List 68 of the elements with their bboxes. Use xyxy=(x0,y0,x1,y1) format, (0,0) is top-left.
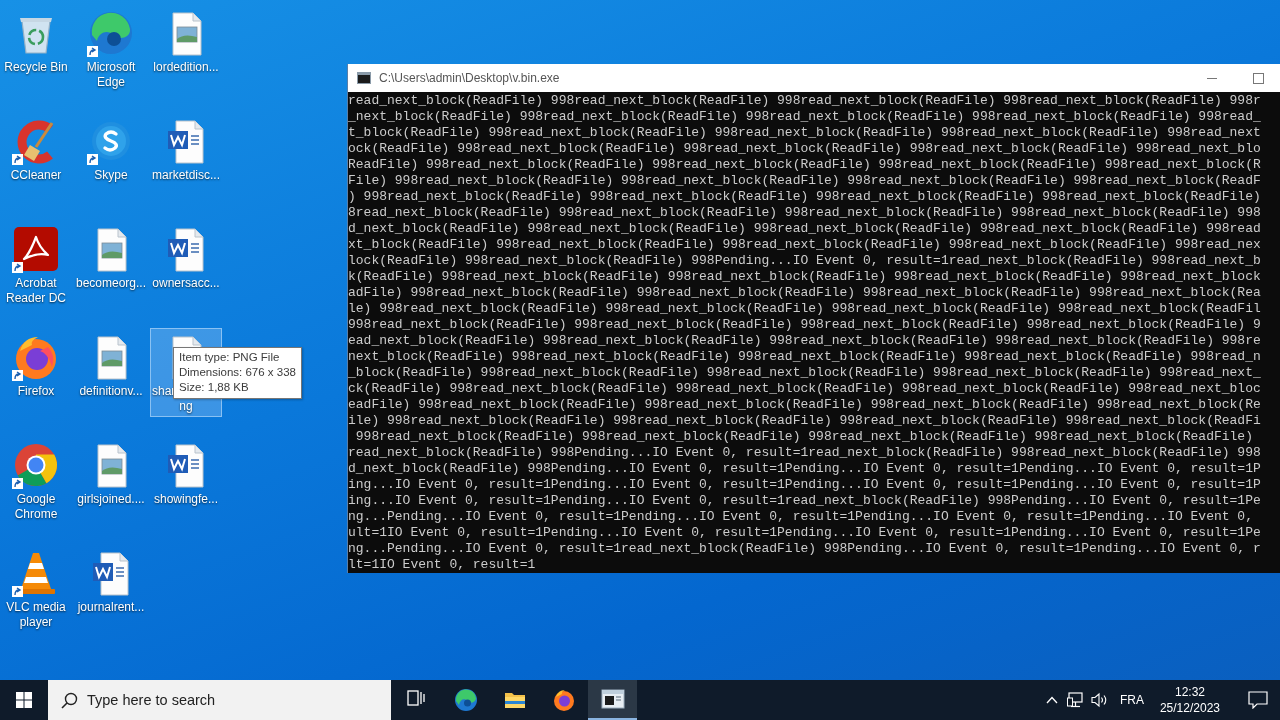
console-text: read_next_block(ReadFile) 998read_next_block(ReadFile) 998read_next_block(ReadFile) 998read_next_block(ReadFile) 998r xyxy=(348,93,1262,109)
icon-label: Microsoft xyxy=(86,60,136,75)
console-text: _next_block(ReadFile) 998read_next_block(ReadFile) 998read_next_block(ReadFile) 998read_next_block(ReadFile) 998read_ xyxy=(348,109,1262,125)
tooltip-text: Size: 1,88 KB xyxy=(179,380,250,395)
search-field[interactable]: Type here to search xyxy=(48,680,391,720)
tooltip-text: Item type: PNG File xyxy=(179,350,281,365)
icon-label: VLC media xyxy=(6,600,66,615)
console-text: _block(ReadFile) 998read_next_block(ReadFile) 998read_next_block(ReadFile) 998read_next_block(ReadFile) 998read_next_ xyxy=(348,365,1262,381)
console-text: t_block(ReadFile) 998read_next_block(ReadFile) 998read_next_block(ReadFile) 998read_next_block(ReadFile) 998read_next xyxy=(348,125,1262,141)
icon-label: CCleaner xyxy=(10,168,62,183)
console-text: d_next_block(ReadFile) 998Pending...IO Event 0, result=1Pending...IO Event 0, result=1Pending...IO Event 0, result=1P xyxy=(348,461,1262,477)
icon-label: journalrent... xyxy=(77,600,145,615)
icon-label: Edge xyxy=(97,75,125,90)
icon-label: Google xyxy=(16,492,56,507)
console-text: ing...IO Event 0, result=1Pending...IO Event 0, result=1Pending...IO Event 0, result=1Pending...IO Event 0, result=1P xyxy=(348,477,1262,493)
console-text: ng...Pending...IO Event 0, result=1Pending...IO Event 0, result=1Pending...IO Event 0, result=1Pending...IO Event 0, xyxy=(348,509,1254,525)
icon-label: definitionv... xyxy=(79,384,143,399)
icon-label: Skype xyxy=(94,168,128,183)
console-text: d_next_block(ReadFile) 998read_next_block(ReadFile) 998read_next_block(ReadFile) 998read_next_block(ReadFile) 998read xyxy=(348,221,1262,237)
clock[interactable]: 12:32 25/12/2023 xyxy=(1151,680,1228,720)
language-indicator[interactable]: FRA xyxy=(1111,680,1152,720)
firefox-icon xyxy=(551,688,576,712)
console-text: eadFile) 998read_next_block(ReadFile) 998read_next_block(ReadFile) 998read_next_block(ReadFile) 998read_next_block(Re xyxy=(348,397,1262,413)
console-text: ) 998read_next_block(ReadFile) 998read_next_block(ReadFile) 998read_next_block(ReadFile) 998read_next_block(ReadFile) xyxy=(348,189,1262,205)
icon-label: becomeorg... xyxy=(76,276,147,291)
console-text: File) 998read_next_block(ReadFile) 998read_next_block(ReadFile) 998read_next_block(ReadFile) 998read_next_block(ReadF xyxy=(348,173,1262,189)
icon-label: ownersacc... xyxy=(152,276,220,291)
console-text: ing...IO Event 0, result=1Pending...IO Event 0, result=1read_next_block(ReadFile) 998Pending...IO Event 0, result=1Pe xyxy=(348,493,1262,509)
console-text: xt_block(ReadFile) 998read_next_block(ReadFile) 998read_next_block(ReadFile) 998read_next_block(ReadFile) 998read_nex xyxy=(348,237,1262,253)
console-icon xyxy=(357,72,371,84)
window-title: C:\Users\admin\Desktop\v.bin.exe xyxy=(379,71,561,85)
icon-label: Acrobat xyxy=(15,276,57,291)
icon-label: girlsjoined.... xyxy=(77,492,145,507)
icon-label: Firefox xyxy=(17,384,55,399)
console-text: read_next_block(ReadFile) 998Pending...IO Event 0, result=1read_next_block(ReadFile) 998read_next_block(ReadFile) 998 xyxy=(348,445,1262,461)
console-text: ock(ReadFile) 998read_next_block(ReadFile) 998read_next_block(ReadFile) 998read_next_block(ReadFile) 998read_next_blo xyxy=(348,141,1262,157)
console-text: ReadFile) 998read_next_block(ReadFile) 998read_next_block(ReadFile) 998read_next_block(ReadFile) 998read_next_block(R xyxy=(348,157,1262,173)
taskbar-app-button[interactable] xyxy=(588,680,637,720)
console-text: ult=1IO Event 0, result=1Pending...IO Event 0, result=1Pending...IO Event 0, result=1Pending...IO Event 0, result=1Pe xyxy=(348,525,1262,541)
icon-label: marketdisc... xyxy=(152,168,220,183)
console-text: 8read_next_block(ReadFile) 998read_next_block(ReadFile) 998read_next_block(ReadFile) 998read_next_block(ReadFile) 998 xyxy=(348,205,1262,221)
console-text: adFile) 998read_next_block(ReadFile) 998read_next_block(ReadFile) 998read_next_block(ReadFile) 998read_next_block(Rea xyxy=(348,285,1262,301)
console-text: lt=1IO Event 0, result=1 xyxy=(348,557,537,573)
console-app-icon xyxy=(600,687,625,711)
console-text: lock(ReadFile) 998read_next_block(ReadFile) 998Pending...IO Event 0, result=1read_next_block(ReadFile) 998read_next_b xyxy=(348,253,1262,269)
edge-icon xyxy=(87,9,135,57)
icon-label: lordedition... xyxy=(153,60,219,75)
chrome-icon xyxy=(12,441,60,489)
icon-label: showingfe... xyxy=(153,492,218,507)
edge-icon xyxy=(453,688,478,712)
console-text: le) 998read_next_block(ReadFile) 998read_next_block(ReadFile) 998read_next_block(ReadFile) 998read_next_block(ReadFil xyxy=(348,301,1262,317)
console-text: ng...Pending...IO Event 0, result=1read_next_block(ReadFile) 998Pending...IO Event 0, result=1Pending...IO Event 0, r xyxy=(348,541,1262,557)
console-text: 998read_next_block(ReadFile) 998read_next_block(ReadFile) 998read_next_block(ReadFile) 998read_next_block(ReadFile) 9 xyxy=(348,317,1262,333)
console-text: k(ReadFile) 998read_next_block(ReadFile) 998read_next_block(ReadFile) 998read_next_block(ReadFile) 998read_next_block xyxy=(348,269,1262,285)
console-text: 998read_next_block(ReadFile) 998read_next_block(ReadFile) 998read_next_block(ReadFile) 998read_next_block(ReadFile) xyxy=(354,429,1254,445)
icon-label: Chrome xyxy=(14,507,58,522)
console-text: ck(ReadFile) 998read_next_block(ReadFile) 998read_next_block(ReadFile) 998read_next_block(ReadFile) 998read_next_bloc xyxy=(348,381,1262,397)
icon-label: ng xyxy=(179,399,193,414)
icon-label: Reader DC xyxy=(6,291,66,306)
console-text: ead_next_block(ReadFile) 998read_next_block(ReadFile) 998read_next_block(ReadFile) 998read_next_block(ReadFile) 998re xyxy=(348,333,1262,349)
windows-logo-icon xyxy=(16,692,32,708)
console-text: ile) 998read_next_block(ReadFile) 998read_next_block(ReadFile) 998read_next_block(ReadFile) 998read_next_block(ReadFi xyxy=(348,413,1262,429)
icon-label: player xyxy=(19,615,53,630)
icon-label: shar xyxy=(151,384,176,399)
icon-label: Recycle Bin xyxy=(4,60,68,75)
tooltip-text: Dimensions: 676 x 338 xyxy=(179,365,296,380)
pdf-reader-icon xyxy=(12,225,60,273)
console-text: next_block(ReadFile) 998read_next_block(ReadFile) 998read_next_block(ReadFile) 998read_next_block(ReadFile) 998read_n xyxy=(348,349,1262,365)
